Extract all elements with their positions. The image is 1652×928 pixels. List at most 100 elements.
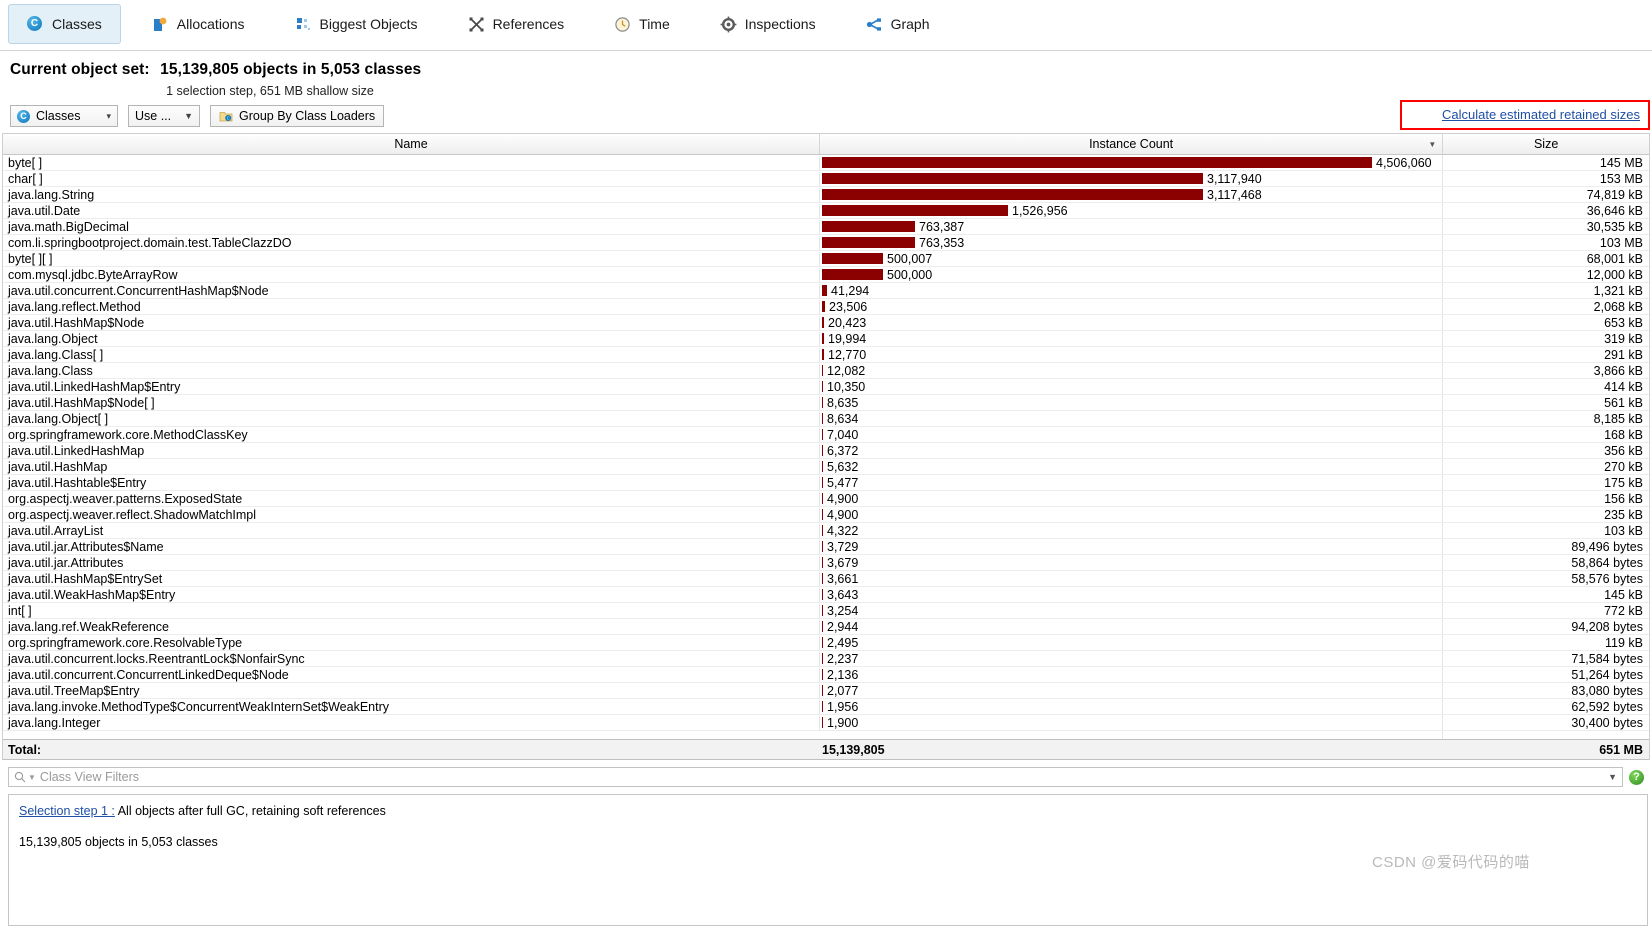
- table-row[interactable]: java.util.HashMap$EntrySet 3,661 58,576 by…: [3, 571, 1649, 587]
- instance-count-value: 6,372: [827, 443, 859, 458]
- use-dropdown-button[interactable]: Use ... ▼: [128, 105, 200, 127]
- table-row[interactable]: org.aspectj.weaver.patterns.ExposedState…: [3, 491, 1649, 507]
- table-row[interactable]: java.lang.Object 19,994 319 kB: [3, 331, 1649, 347]
- tab-graph[interactable]: Graph: [847, 4, 949, 44]
- table-row[interactable]: byte[ ][ ] 500,007 68,001 kB: [3, 251, 1649, 267]
- table-row[interactable]: java.util.jar.Attributes 3,679 58,864 byte…: [3, 555, 1649, 571]
- table-row[interactable]: java.util.LinkedHashMap 6,372 356 kB: [3, 443, 1649, 459]
- cell-size: 83,080 bytes: [1571, 683, 1643, 698]
- table-row[interactable]: java.lang.Class[ ] 12,770 291 kB: [3, 347, 1649, 363]
- cell-class-name: java.lang.Class: [3, 363, 820, 378]
- table-row[interactable]: java.util.WeakHashMap$Entry 3,643 145 kB: [3, 587, 1649, 603]
- cell-size: 58,864 bytes: [1571, 555, 1643, 570]
- column-header-instance-count[interactable]: Instance Count ▼: [820, 134, 1444, 154]
- cell-size: 103 kB: [1604, 523, 1643, 538]
- cell-instance-count: 2,077: [820, 683, 1444, 698]
- group-by-class-loaders-button[interactable]: C Group By Class Loaders: [210, 105, 385, 127]
- cell-size: 1,321 kB: [1593, 283, 1643, 298]
- table-row[interactable]: java.lang.String 3,117,468 74,819 kB: [3, 187, 1649, 203]
- cell-class-name: byte[ ]: [3, 155, 820, 170]
- chevron-down-icon: ▾: [106, 110, 111, 121]
- view-type-select[interactable]: C Classes ▾: [10, 105, 118, 127]
- table-row[interactable]: java.util.concurrent.ConcurrentHashMap$N…: [3, 283, 1649, 299]
- table-row[interactable]: org.aspectj.weaver.reflect.ShadowMatchIm…: [3, 507, 1649, 523]
- cell-size: 561 kB: [1604, 395, 1643, 410]
- table-row[interactable]: java.lang.invoke.MethodType$ConcurrentWe…: [3, 699, 1649, 715]
- current-object-set-value: 15,139,805 objects in 5,053 classes: [160, 61, 422, 78]
- filter-dropdown-caret-icon[interactable]: ▼: [28, 773, 36, 782]
- instance-count-bar: [822, 237, 915, 248]
- table-row[interactable]: java.util.Date 1,526,956 36,646 kB: [3, 203, 1649, 219]
- cell-class-name: java.util.Date: [3, 203, 820, 218]
- table-row[interactable]: java.lang.Object[ ] 8,634 8,185 kB: [3, 411, 1649, 427]
- table-row[interactable]: java.util.TreeMap$Entry 2,077 83,080 bytes: [3, 683, 1649, 699]
- tab-classes[interactable]: C Classes: [8, 4, 121, 44]
- instance-count-bar: [822, 157, 1372, 168]
- tab-label: Biggest Objects: [319, 16, 418, 32]
- instance-count-value: 2,077: [827, 683, 859, 698]
- table-row[interactable]: java.lang.reflect.Method 23,506 2,068 kB: [3, 299, 1649, 315]
- cell-size: 235 kB: [1604, 507, 1643, 522]
- column-header-size[interactable]: Size: [1443, 134, 1649, 154]
- tab-references[interactable]: References: [449, 4, 584, 44]
- cell-class-name: org.aspectj.weaver.patterns.ExposedState: [3, 491, 820, 506]
- chevron-down-icon: ▼: [184, 111, 193, 121]
- table-row[interactable]: java.util.HashMap 5,632 270 kB: [3, 459, 1649, 475]
- cell-instance-count: 2,944: [820, 619, 1444, 634]
- table-row[interactable]: java.lang.Class 12,082 3,866 kB: [3, 363, 1649, 379]
- tab-label: References: [492, 16, 565, 32]
- selection-step-link[interactable]: Selection step 1 :: [19, 804, 115, 818]
- table-row[interactable]: java.lang.Integer 1,900 30,400 bytes: [3, 715, 1649, 731]
- cell-size: 653 kB: [1604, 315, 1643, 330]
- table-row[interactable]: byte[ ] 4,506,060 145 MB: [3, 155, 1649, 171]
- table-row[interactable]: java.util.concurrent.locks.ReentrantLock…: [3, 651, 1649, 667]
- column-header-name[interactable]: Name: [3, 134, 820, 154]
- cell-class-name: char[ ]: [3, 171, 820, 186]
- svg-text:C: C: [227, 115, 230, 120]
- instance-count-value: 3,679: [827, 555, 859, 570]
- cell-size: 319 kB: [1604, 331, 1643, 346]
- table-row[interactable]: com.li.springbootproject.domain.test.Tab…: [3, 235, 1649, 251]
- cell-instance-count: 2,237: [820, 651, 1444, 666]
- table-row[interactable]: org.springframework.core.ResolvableType 2…: [3, 635, 1649, 651]
- tab-inspections[interactable]: Inspections: [701, 4, 835, 44]
- class-view-filter-input[interactable]: ▼ Class View Filters ▼: [8, 767, 1623, 787]
- tab-time[interactable]: Time: [595, 4, 689, 44]
- instance-count-value: 41,294: [831, 283, 870, 298]
- table-row[interactable]: org.springframework.core.MethodClassKey 7…: [3, 427, 1649, 443]
- references-icon: [468, 16, 485, 33]
- table-row[interactable]: java.util.LinkedHashMap$Entry 10,350 414 k…: [3, 379, 1649, 395]
- table-row[interactable]: char[ ] 3,117,940 153 MB: [3, 171, 1649, 187]
- table-row[interactable]: java.util.jar.Attributes$Name 3,729 89,496…: [3, 539, 1649, 555]
- cell-instance-count: 41,294: [820, 283, 1444, 298]
- biggest-objects-icon: [295, 16, 312, 33]
- table-row[interactable]: java.util.HashMap$Node 20,423 653 kB: [3, 315, 1649, 331]
- table-row[interactable]: java.math.BigDecimal 763,387 30,535 kB: [3, 219, 1649, 235]
- cell-class-name: java.util.Hashtable$Entry: [3, 475, 820, 490]
- help-icon[interactable]: ?: [1629, 769, 1644, 785]
- cell-size: 30,535 kB: [1586, 219, 1643, 234]
- table-row[interactable]: java.lang.ref.WeakReference 2,944 94,208 b…: [3, 619, 1649, 635]
- table-row[interactable]: java.util.Hashtable$Entry 5,477 175 kB: [3, 475, 1649, 491]
- table-row-clipped[interactable]: [3, 731, 1649, 739]
- calculate-retained-sizes-link[interactable]: Calculate estimated retained sizes: [1442, 107, 1640, 122]
- tab-allocations[interactable]: Allocations: [133, 4, 264, 44]
- selection-step-line: Selection step 1 : All objects after ful…: [19, 804, 1637, 818]
- search-icon: [14, 771, 26, 783]
- tab-biggest-objects[interactable]: Biggest Objects: [276, 4, 437, 44]
- watermark: CSDN @爱码代码的喵: [1372, 854, 1530, 871]
- table-row[interactable]: int[ ] 3,254 772 kB: [3, 603, 1649, 619]
- cell-instance-count: [820, 731, 1444, 739]
- cell-size: 58,576 bytes: [1571, 571, 1643, 586]
- tab-label: Allocations: [176, 16, 245, 32]
- table-row[interactable]: java.util.ArrayList 4,322 103 kB: [3, 523, 1649, 539]
- cell-class-name: java.util.HashMap$Node: [3, 315, 820, 330]
- cell-instance-count: 8,634: [820, 411, 1444, 426]
- instance-count-value: 3,117,940: [1207, 171, 1262, 186]
- table-body: byte[ ] 4,506,060 145 MB char[ ] 3,117,940 15…: [3, 155, 1649, 739]
- table-row[interactable]: java.util.concurrent.ConcurrentLinkedDeq…: [3, 667, 1649, 683]
- table-row[interactable]: com.mysql.jdbc.ByteArrayRow 500,000 12,000…: [3, 267, 1649, 283]
- table-row[interactable]: java.util.HashMap$Node[ ] 8,635 561 kB: [3, 395, 1649, 411]
- chevron-down-icon[interactable]: ▼: [1608, 772, 1617, 782]
- cell-instance-count: 12,082: [820, 363, 1444, 378]
